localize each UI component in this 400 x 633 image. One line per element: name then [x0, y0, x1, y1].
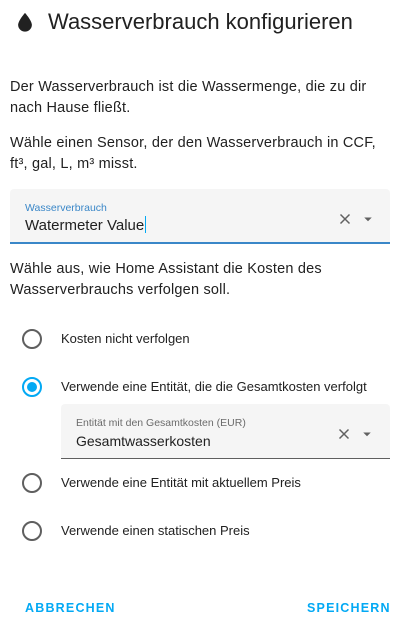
- cost-entity-field-label: Entität mit den Gesamtkosten (EUR): [76, 417, 246, 429]
- radio-option-label: Verwende einen statischen Preis: [61, 523, 250, 538]
- text-cursor: [145, 216, 147, 233]
- cancel-button[interactable]: ABBRECHEN: [25, 601, 116, 615]
- radio-option-label: Verwende eine Entität mit aktuellem Prei…: [61, 475, 301, 490]
- cost-entity-field-value: Gesamtwasserkosten: [76, 433, 211, 449]
- radio-option-total-cost-entity[interactable]: Verwende eine Entität, die die Gesamtkos…: [22, 375, 367, 399]
- dialog-header: Wasserverbrauch konfigurieren: [14, 6, 353, 38]
- intro-text: Der Wasserverbrauch ist die Wassermenge,…: [10, 79, 367, 116]
- clear-icon[interactable]: [335, 425, 353, 443]
- radio-button[interactable]: [22, 521, 42, 541]
- cost-prompt-text: Wähle aus, wie Home Assistant die Kosten…: [10, 261, 322, 298]
- sensor-field-value[interactable]: Watermeter Value: [25, 216, 147, 236]
- dropdown-arrow-icon[interactable]: [359, 210, 377, 228]
- dropdown-arrow-icon[interactable]: [358, 425, 376, 443]
- radio-option-label: Kosten nicht verfolgen: [61, 331, 190, 346]
- sensor-field-label: Wasserverbrauch: [25, 202, 107, 214]
- total-cost-entity-field[interactable]: Entität mit den Gesamtkosten (EUR) Gesam…: [61, 404, 390, 459]
- radio-option-static-price[interactable]: Verwende einen statischen Preis: [22, 519, 250, 543]
- radio-button-selected[interactable]: [22, 377, 42, 397]
- sensor-hint-text: Wähle einen Sensor, der den Wasserverbra…: [10, 135, 376, 172]
- dialog-title: Wasserverbrauch konfigurieren: [48, 9, 353, 34]
- radio-button[interactable]: [22, 473, 42, 493]
- radio-option-no-costs[interactable]: Kosten nicht verfolgen: [22, 327, 190, 351]
- radio-option-label: Verwende eine Entität, die die Gesamtkos…: [61, 379, 367, 394]
- sensor-field-value-text: Watermeter Value: [25, 217, 145, 234]
- save-button[interactable]: SPEICHERN: [307, 601, 391, 615]
- water-consumption-sensor-field[interactable]: Wasserverbrauch Watermeter Value: [10, 189, 390, 244]
- water-drop-icon: [18, 12, 32, 32]
- radio-button[interactable]: [22, 329, 42, 349]
- radio-option-current-price-entity[interactable]: Verwende eine Entität mit aktuellem Prei…: [22, 471, 301, 495]
- clear-icon[interactable]: [336, 210, 354, 228]
